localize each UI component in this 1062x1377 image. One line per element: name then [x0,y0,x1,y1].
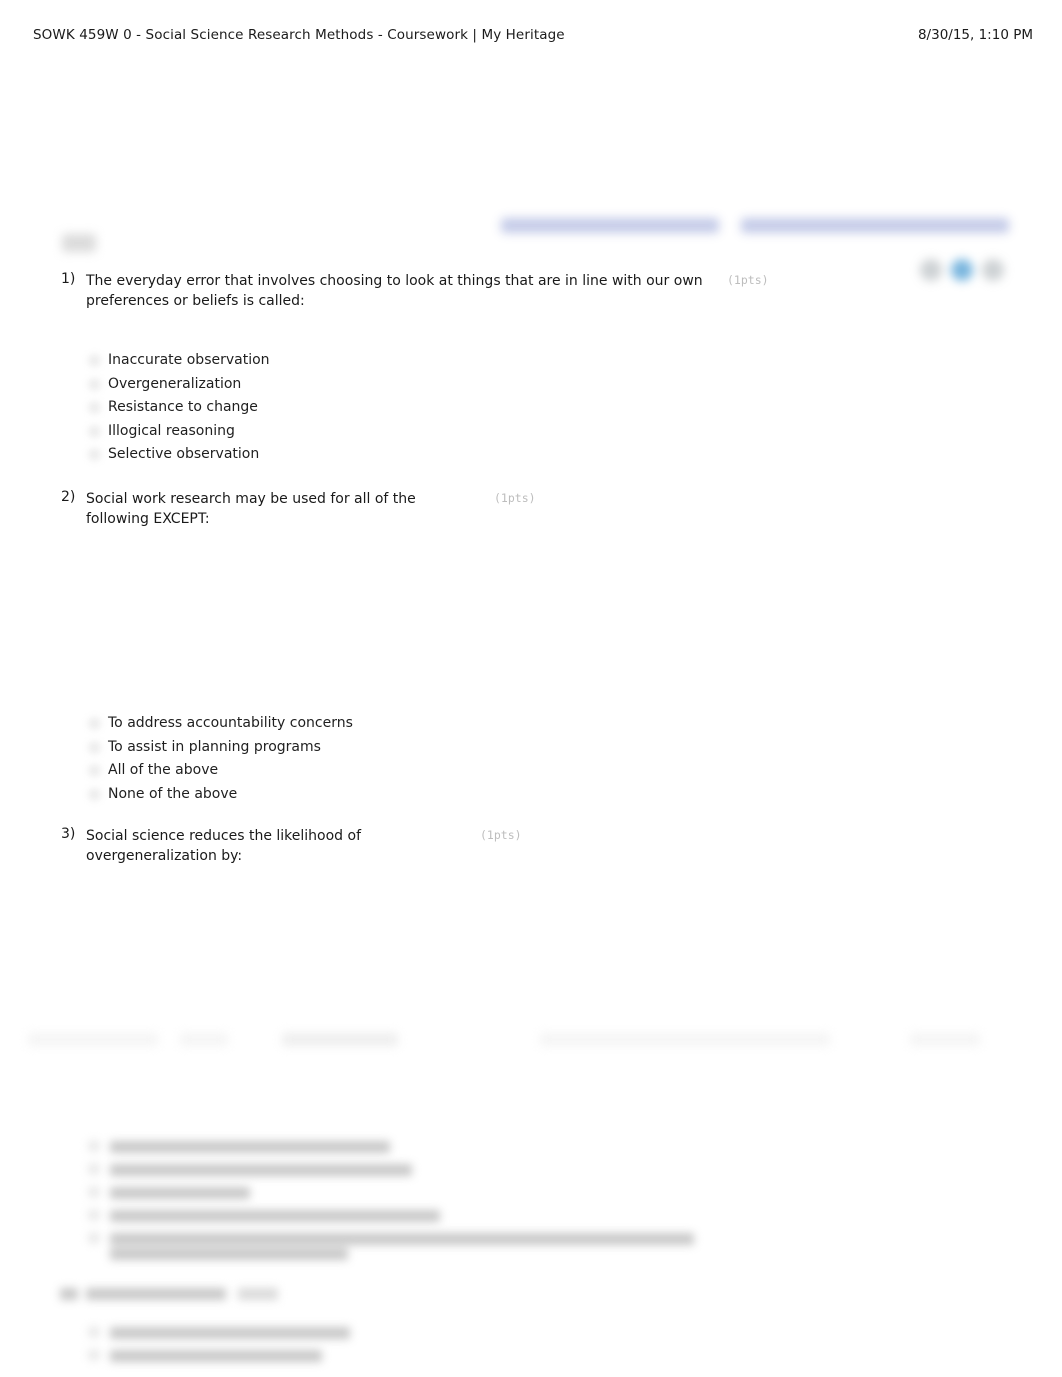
option-label[interactable]: Overgeneralization [108,374,241,394]
page-break-segment [540,1033,830,1046]
option-label[interactable] [110,1350,322,1362]
option-row[interactable]: Illogical reasoning [0,421,700,445]
print-header-date: 8/30/15, 1:10 PM [917,27,1033,43]
option-row[interactable]: Resistance to change [0,397,700,421]
site-logo[interactable] [62,234,96,252]
page-break-band [20,1030,1042,1052]
question-2-text: Social work research may be used for all… [86,491,416,527]
option-label[interactable] [110,1164,412,1176]
option-label[interactable]: To address accountability concerns [108,713,353,733]
question-3-number: 3) [61,826,76,842]
question-2-options: To address accountability concerns To as… [0,713,700,807]
question-1-points: (1pts) [727,273,769,287]
blurred-option-list-2[interactable] [88,1326,508,1371]
option-label[interactable]: To assist in planning programs [108,737,321,757]
radio-button-icon[interactable] [88,1209,100,1221]
radio-button-icon[interactable] [88,377,101,391]
radio-button-icon[interactable] [88,764,101,777]
blurred-option-list[interactable] [88,1138,728,1260]
option-row[interactable]: Inaccurate observation [0,350,700,374]
question-toolbar[interactable] [918,253,1006,289]
toolbar-icon-center[interactable] [951,259,973,281]
question-points [238,1288,278,1300]
option-label[interactable] [110,1248,348,1260]
option-label[interactable]: Inaccurate observation [108,350,270,370]
radio-button-icon[interactable] [88,448,101,461]
nav-link-college-education-psychology[interactable] [741,218,1009,233]
option-label[interactable] [110,1141,390,1153]
option-label[interactable] [110,1327,350,1339]
print-header-title: SOWK 459W 0 - Social Science Research Me… [33,27,565,43]
option-label[interactable]: All of the above [108,760,218,780]
print-header: SOWK 459W 0 - Social Science Research Me… [0,27,1062,49]
radio-button-icon[interactable] [88,1326,100,1338]
option-row[interactable]: None of the above [0,784,700,808]
radio-button-icon[interactable] [88,717,101,730]
radio-button-icon[interactable] [88,1140,100,1152]
option-label[interactable] [110,1233,694,1245]
question-number [60,1288,78,1300]
option-label[interactable] [110,1210,440,1222]
radio-button-icon[interactable] [88,1186,100,1198]
question-1-options: Inaccurate observation Overgeneralizatio… [0,350,700,468]
radio-button-icon[interactable] [88,1163,100,1175]
option-row[interactable]: Selective observation [0,444,700,468]
question-2-number: 2) [61,489,76,505]
question-1-number: 1) [61,271,76,287]
question-3-text: Social science reduces the likelihood of… [86,828,362,864]
page-break-segment [910,1033,980,1046]
option-label[interactable] [110,1187,250,1199]
blurred-question-heading [60,1288,280,1308]
page-break-segment [180,1033,228,1046]
option-row[interactable]: To assist in planning programs [0,737,700,761]
radio-button-icon[interactable] [88,424,101,438]
radio-button-icon[interactable] [88,401,101,414]
page-break-segment [282,1033,398,1046]
option-label[interactable]: Illogical reasoning [108,421,235,441]
option-row[interactable]: All of the above [0,760,700,784]
page-break-segment [28,1033,158,1046]
breadcrumb[interactable] [497,214,1019,238]
question-3-points: (1pts) [480,828,522,842]
question-2-points: (1pts) [494,491,536,505]
question-1-text: The everyday error that involves choosin… [86,273,703,309]
option-label[interactable]: Resistance to change [108,397,258,417]
option-row[interactable]: Overgeneralization [0,374,700,398]
option-row[interactable]: To address accountability concerns [0,713,700,737]
radio-button-icon[interactable] [88,1232,100,1244]
option-label[interactable]: None of the above [108,784,237,804]
radio-button-icon[interactable] [88,787,101,801]
radio-button-icon[interactable] [88,740,101,754]
option-label[interactable]: Selective observation [108,444,259,464]
radio-button-icon[interactable] [88,354,101,367]
radio-button-icon[interactable] [88,1349,100,1361]
toolbar-icon-right[interactable] [982,259,1004,281]
toolbar-icon-left[interactable] [920,259,942,281]
nav-link-college-arts-sciences[interactable] [501,218,719,233]
question-text [86,1288,226,1300]
